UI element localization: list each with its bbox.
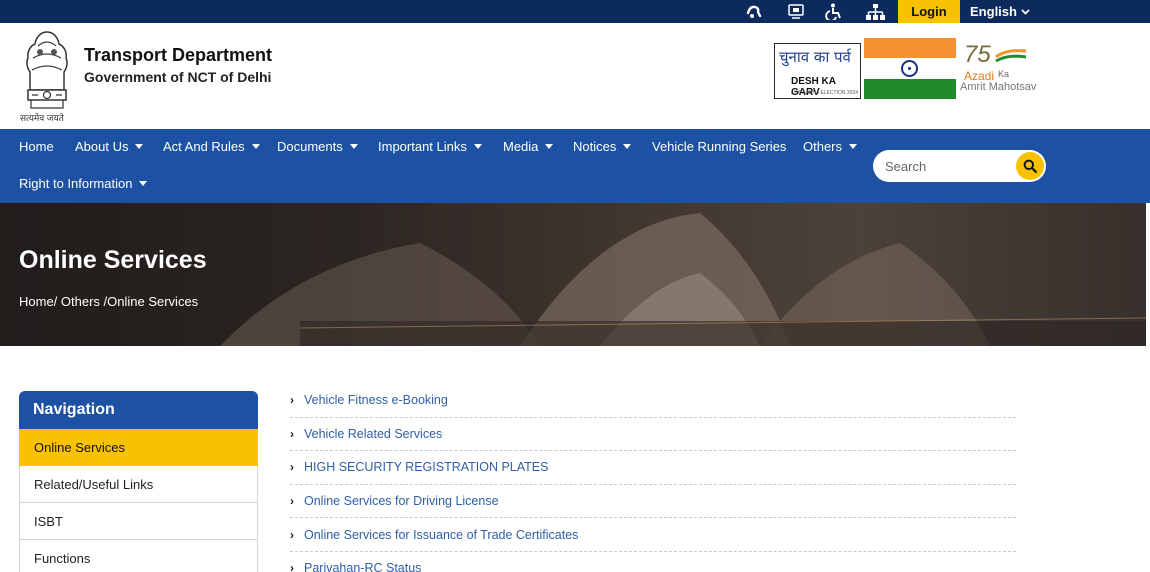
chevron-right-icon: › xyxy=(290,426,294,441)
caret-down-icon xyxy=(349,144,358,149)
list-item[interactable]: › Online Services for Issuance of Trade … xyxy=(290,518,1016,552)
nav-label: Media xyxy=(503,139,539,154)
caret-down-icon xyxy=(135,144,144,149)
nav-label: Home xyxy=(19,139,54,154)
chevron-right-icon: › xyxy=(290,460,294,475)
nav-label: Important Links xyxy=(378,139,467,154)
nav-label: Others xyxy=(803,139,843,154)
nav-item-media[interactable]: Media xyxy=(503,139,554,154)
nav-item-others[interactable]: Others xyxy=(803,139,858,154)
service-link[interactable]: Vehicle Related Services xyxy=(304,427,442,441)
nav-item-notices[interactable]: Notices xyxy=(573,139,632,154)
service-link[interactable]: Parivahan-RC Status xyxy=(304,561,421,572)
page-title: Online Services xyxy=(19,246,207,274)
service-link[interactable]: Vehicle Fitness e-Booking xyxy=(304,393,448,407)
emblem-caption: सत्यमेव जयते xyxy=(20,113,64,123)
nav-item-about-us[interactable]: About Us xyxy=(75,139,144,154)
chevron-right-icon: › xyxy=(290,561,294,572)
nav-item-home[interactable]: Home xyxy=(19,139,54,154)
page-banner: Online Services Home/ Others /Online Ser… xyxy=(0,203,1146,346)
chevron-right-icon: › xyxy=(290,527,294,542)
azadi-line2: Amrit Mahotsav xyxy=(960,81,1037,93)
main-navigation: Home About Us Act And Rules Documents Im… xyxy=(0,129,1150,203)
breadcrumb[interactable]: Home/ Others /Online Services xyxy=(19,294,198,309)
chevron-down-icon xyxy=(1021,8,1030,15)
caret-down-icon xyxy=(473,144,482,149)
sidebar-item-related-useful-links[interactable]: Related/Useful Links xyxy=(19,466,258,503)
nav-item-important-links[interactable]: Important Links xyxy=(378,139,482,154)
search-input[interactable] xyxy=(885,157,1005,175)
nav-label: Act And Rules xyxy=(163,139,245,154)
nav-item-documents[interactable]: Documents xyxy=(277,139,358,154)
site-subtitle: Government of NCT of Delhi xyxy=(84,69,272,85)
caret-down-icon xyxy=(251,144,260,149)
sidebar-item-functions[interactable]: Functions xyxy=(19,540,258,572)
language-selector[interactable]: English xyxy=(960,0,1040,23)
caret-down-icon xyxy=(139,181,148,186)
election-logo-hindi: चुनाव का पर्व xyxy=(779,48,851,66)
nav-item-vehicle-running-series[interactable]: Vehicle Running Series xyxy=(652,139,786,154)
nav-item-act-and-rules[interactable]: Act And Rules xyxy=(163,139,260,154)
service-link[interactable]: Online Services for Issuance of Trade Ce… xyxy=(304,528,578,542)
screen-reader-icon[interactable] xyxy=(742,0,766,23)
search-button[interactable] xyxy=(1016,152,1044,180)
sidebar-item-isbt[interactable]: ISBT xyxy=(19,503,258,540)
nav-item-right-to-information[interactable]: Right to Information xyxy=(19,176,148,191)
language-label: English xyxy=(970,4,1017,19)
chevron-right-icon: › xyxy=(290,393,294,408)
list-item[interactable]: › Vehicle Fitness e-Booking xyxy=(290,384,1016,418)
site-header: सत्यमेव जयते Transport Department Govern… xyxy=(0,23,1150,129)
azadi-ka-amrit-mahotsav-logo[interactable]: 75 Azadi Ka Amrit Mahotsav xyxy=(960,41,1044,101)
nav-label: Vehicle Running Series xyxy=(652,139,787,154)
service-link[interactable]: HIGH SECURITY REGISTRATION PLATES xyxy=(304,460,548,474)
list-item[interactable]: › Parivahan-RC Status xyxy=(290,552,1016,572)
list-item[interactable]: › HIGH SECURITY REGISTRATION PLATES xyxy=(290,451,1016,485)
list-item[interactable]: › Online Services for Driving License xyxy=(290,485,1016,519)
sidebar-item-online-services[interactable]: Online Services xyxy=(19,429,258,466)
sidebar-navigation: Navigation Online Services Related/Usefu… xyxy=(19,391,258,572)
nav-label: About Us xyxy=(75,139,129,154)
search-box xyxy=(873,150,1046,182)
accessibility-icon[interactable] xyxy=(822,0,846,23)
sitemap-icon[interactable] xyxy=(862,0,888,23)
election-logo[interactable]: चुनाव का पर्व DESH KA GARV LOK SABHA ELE… xyxy=(774,43,861,99)
site-title[interactable]: Transport Department xyxy=(84,45,272,66)
caret-down-icon xyxy=(623,144,632,149)
skip-to-content-icon[interactable] xyxy=(784,0,808,23)
national-emblem-icon[interactable] xyxy=(18,28,76,124)
nav-label: Notices xyxy=(573,139,617,154)
indian-flag-icon xyxy=(864,38,956,99)
caret-down-icon xyxy=(849,144,858,149)
flag-wave-icon xyxy=(995,49,1027,63)
list-item[interactable]: › Vehicle Related Services xyxy=(290,418,1016,452)
election-logo-small: LOK SABHA ELECTION 2024 xyxy=(791,90,858,96)
top-utility-bar: Login English xyxy=(0,0,1150,23)
online-services-list: › Vehicle Fitness e-Booking › Vehicle Re… xyxy=(290,384,1016,572)
login-button[interactable]: Login xyxy=(898,0,960,23)
azadi-line1-suffix: Ka xyxy=(998,69,1010,79)
nav-label: Right to Information xyxy=(19,176,133,191)
caret-down-icon xyxy=(545,144,554,149)
nav-label: Documents xyxy=(277,139,343,154)
service-link[interactable]: Online Services for Driving License xyxy=(304,494,499,508)
azadi-number: 75 xyxy=(964,41,991,68)
sidebar-heading: Navigation xyxy=(19,391,258,429)
search-icon xyxy=(1023,159,1037,173)
chevron-right-icon: › xyxy=(290,494,294,509)
